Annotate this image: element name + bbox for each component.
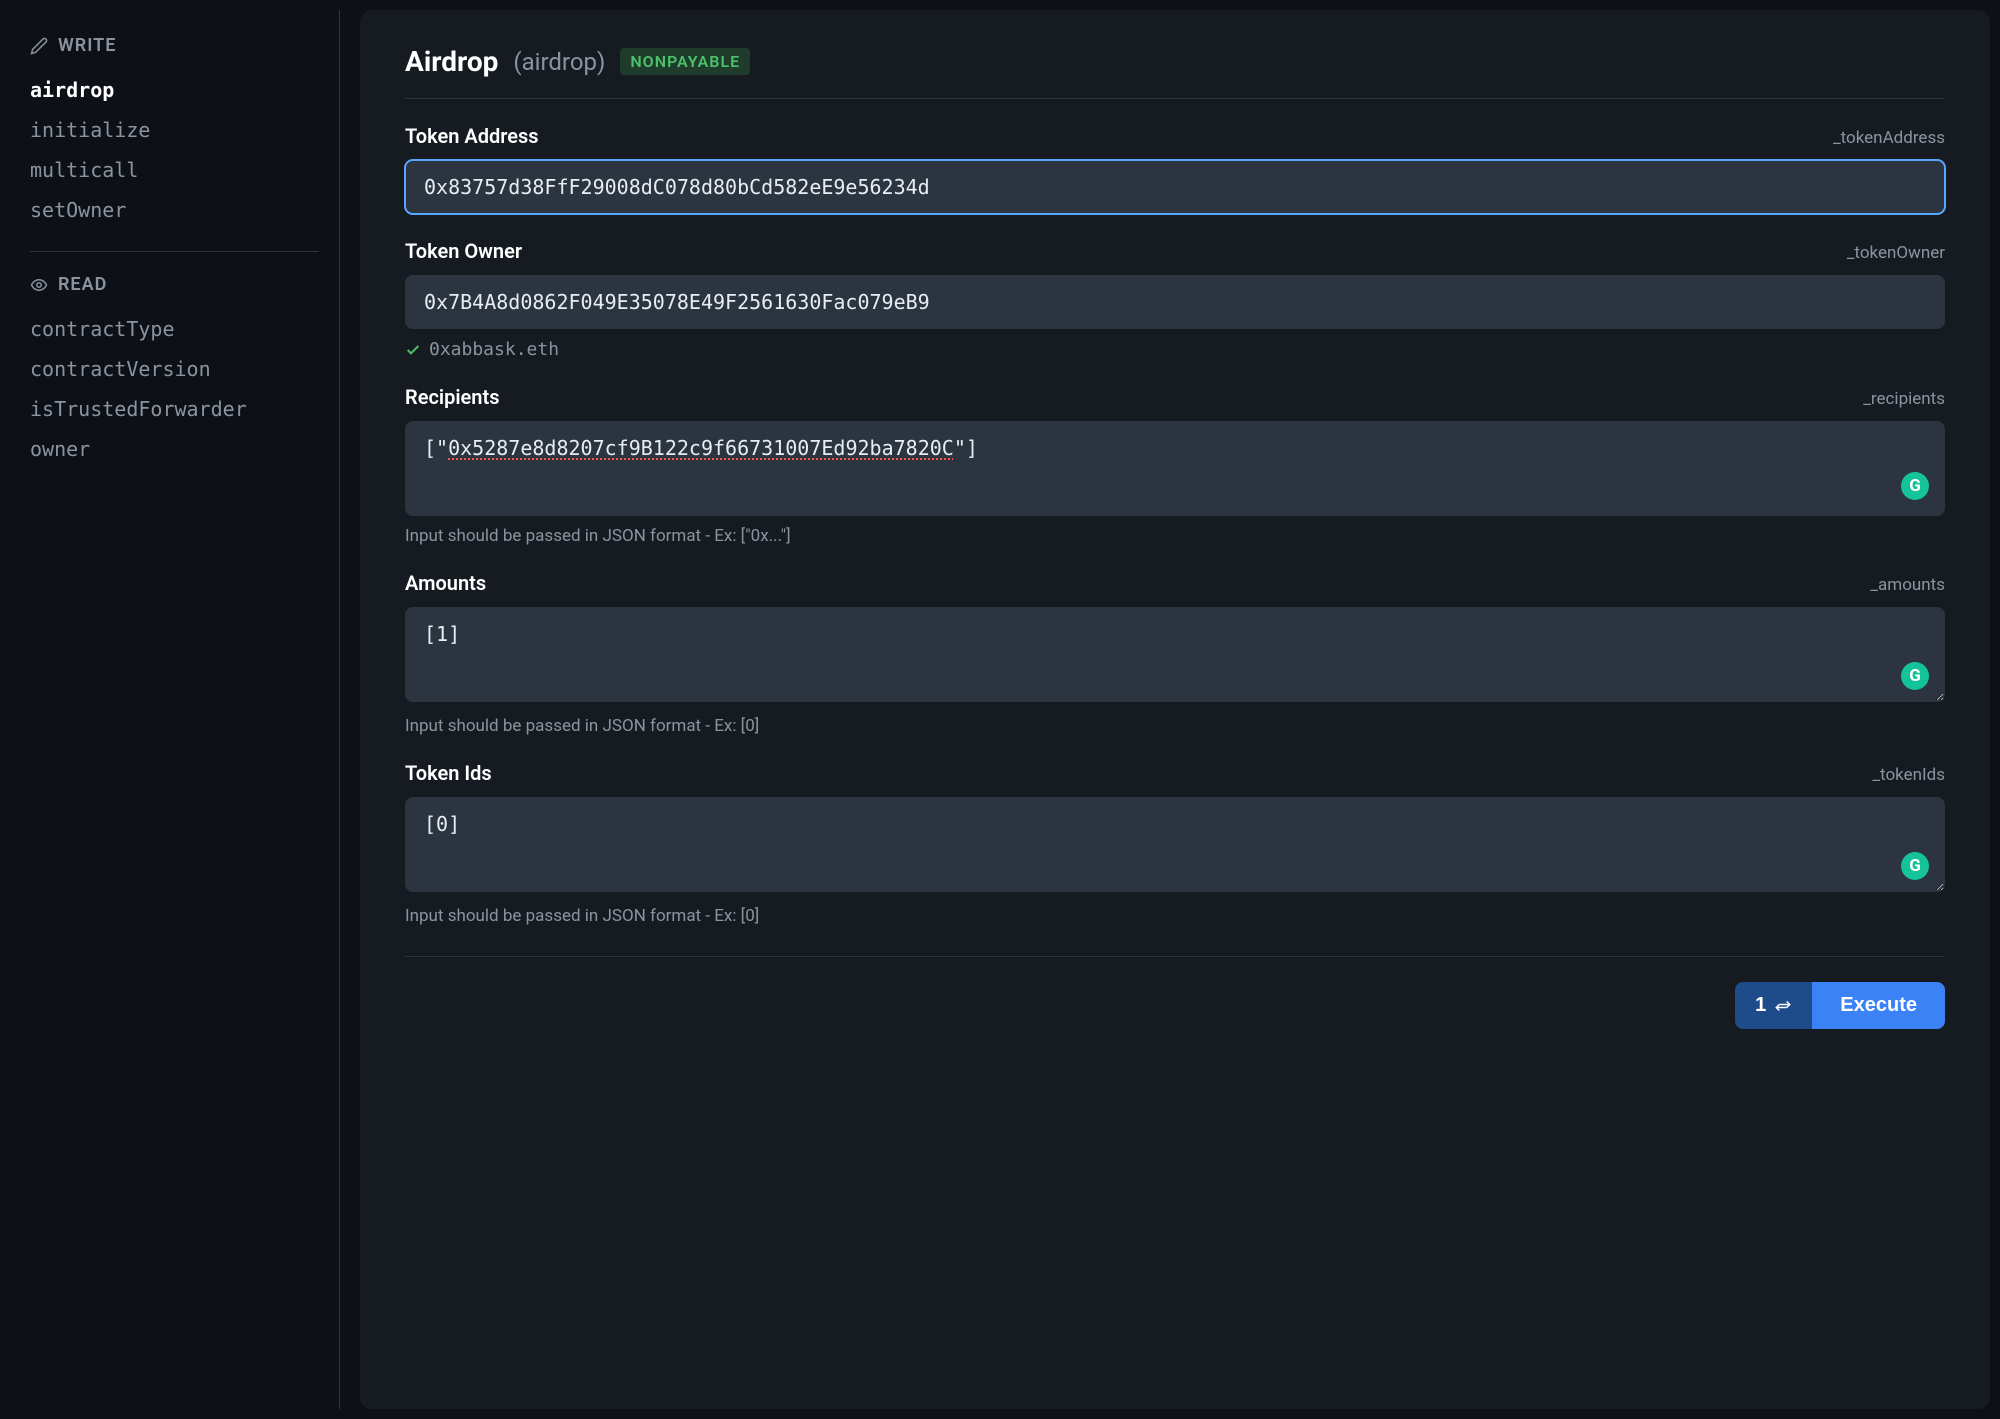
grammarly-icon[interactable]: G bbox=[1901, 472, 1929, 500]
function-header: Airdrop (airdrop) NONPAYABLE bbox=[405, 45, 1945, 99]
read-list: contractType contractVersion isTrustedFo… bbox=[30, 313, 319, 465]
recipients-hint: Input should be passed in JSON format - … bbox=[405, 526, 1945, 546]
tx-count-button[interactable]: 1 bbox=[1735, 982, 1812, 1029]
sidebar-item-contractversion[interactable]: contractVersion bbox=[30, 353, 319, 385]
field-token-address: Token Address _tokenAddress bbox=[405, 124, 1945, 214]
grammarly-icon[interactable]: G bbox=[1901, 662, 1929, 690]
sidebar-item-contracttype[interactable]: contractType bbox=[30, 313, 319, 345]
write-list: airdrop initialize multicall setOwner bbox=[30, 74, 319, 226]
sidebar-item-initialize[interactable]: initialize bbox=[30, 114, 319, 146]
write-header-label: WRITE bbox=[58, 35, 116, 56]
amounts-input[interactable] bbox=[405, 607, 1945, 702]
field-token-ids: Token Ids _tokenIds G Input should be pa… bbox=[405, 761, 1945, 926]
function-subtitle: (airdrop) bbox=[513, 48, 605, 76]
eye-icon bbox=[30, 276, 48, 294]
amounts-param: _amounts bbox=[1870, 575, 1945, 595]
pencil-icon bbox=[30, 37, 48, 55]
token-owner-label: Token Owner bbox=[405, 239, 522, 263]
check-icon bbox=[405, 342, 421, 358]
footer: 1 Execute bbox=[405, 956, 1945, 1029]
token-ids-input[interactable] bbox=[405, 797, 1945, 892]
sidebar-item-airdrop[interactable]: airdrop bbox=[30, 74, 319, 106]
payable-badge: NONPAYABLE bbox=[620, 48, 750, 75]
token-ids-param: _tokenIds bbox=[1872, 765, 1945, 785]
sidebar-item-multicall[interactable]: multicall bbox=[30, 154, 319, 186]
token-ids-hint: Input should be passed in JSON format - … bbox=[405, 906, 1945, 926]
amounts-label: Amounts bbox=[405, 571, 486, 595]
tx-count: 1 bbox=[1755, 994, 1766, 1017]
amounts-hint: Input should be passed in JSON format - … bbox=[405, 716, 1945, 736]
sidebar: WRITE airdrop initialize multicall setOw… bbox=[10, 10, 340, 1409]
sidebar-divider bbox=[30, 251, 319, 252]
validation-ens: 0xabbask.eth bbox=[429, 339, 559, 360]
sidebar-item-owner[interactable]: owner bbox=[30, 433, 319, 465]
execute-button[interactable]: Execute bbox=[1812, 982, 1945, 1029]
read-section-header: READ bbox=[30, 274, 319, 295]
sidebar-item-setowner[interactable]: setOwner bbox=[30, 194, 319, 226]
recipients-input[interactable]: ["0x5287e8d8207cf9B122c9f66731007Ed92ba7… bbox=[405, 421, 1945, 516]
token-address-param: _tokenAddress bbox=[1833, 128, 1945, 148]
token-address-label: Token Address bbox=[405, 124, 539, 148]
grammarly-icon[interactable]: G bbox=[1901, 852, 1929, 880]
field-amounts: Amounts _amounts G Input should be passe… bbox=[405, 571, 1945, 736]
function-title: Airdrop bbox=[405, 45, 498, 78]
main-panel: Airdrop (airdrop) NONPAYABLE Token Addre… bbox=[360, 10, 1990, 1409]
token-owner-param: _tokenOwner bbox=[1847, 243, 1945, 263]
sidebar-item-istrustedforwarder[interactable]: isTrustedForwarder bbox=[30, 393, 319, 425]
token-ids-label: Token Ids bbox=[405, 761, 492, 785]
recipients-label: Recipients bbox=[405, 385, 499, 409]
write-section-header: WRITE bbox=[30, 35, 319, 56]
field-token-owner: Token Owner _tokenOwner 0xabbask.eth bbox=[405, 239, 1945, 360]
token-address-input[interactable] bbox=[405, 160, 1945, 214]
token-owner-validation: 0xabbask.eth bbox=[405, 339, 1945, 360]
token-owner-input[interactable] bbox=[405, 275, 1945, 329]
field-recipients: Recipients _recipients ["0x5287e8d8207cf… bbox=[405, 385, 1945, 546]
recipients-param: _recipients bbox=[1863, 389, 1945, 409]
swap-icon bbox=[1774, 997, 1792, 1015]
read-header-label: READ bbox=[58, 274, 107, 295]
